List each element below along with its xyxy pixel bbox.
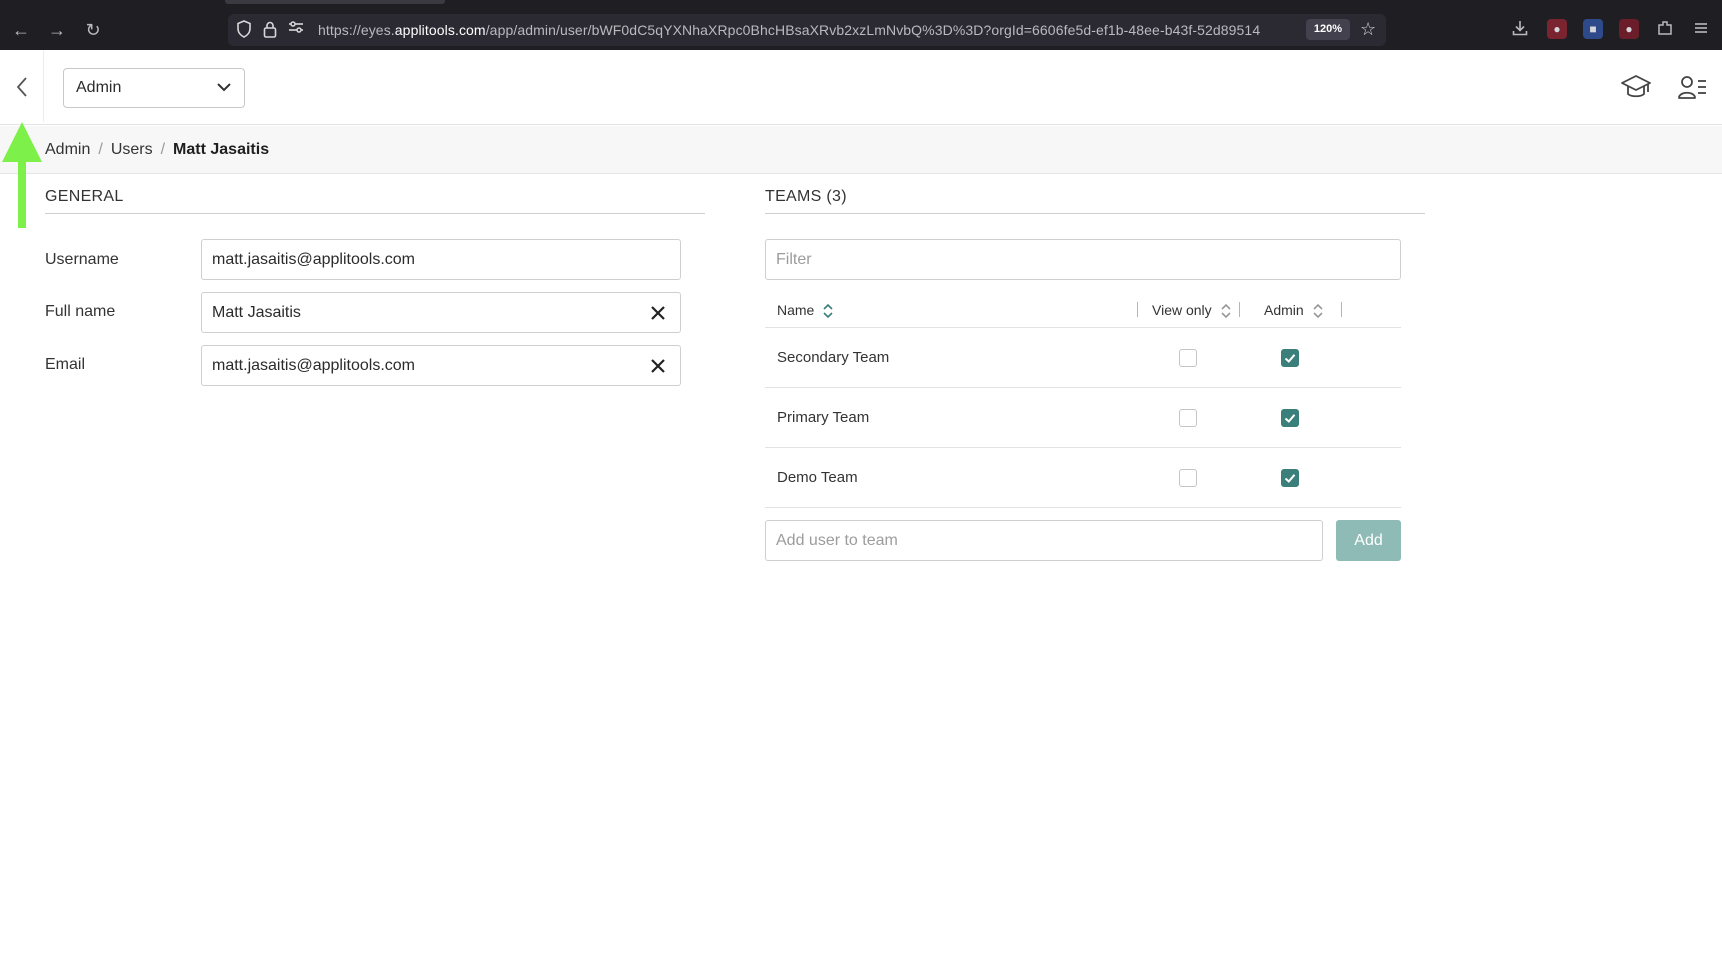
- section-select[interactable]: Admin: [63, 68, 245, 108]
- breadcrumb-current: Matt Jasaitis: [173, 141, 270, 158]
- username-label: Username: [45, 251, 119, 268]
- extension-icon[interactable]: ●: [1619, 19, 1639, 39]
- admin-checkbox[interactable]: [1281, 409, 1299, 427]
- check-icon: [1284, 414, 1296, 423]
- general-section-title: GENERAL: [45, 188, 124, 205]
- section-select-value: Admin: [76, 79, 122, 96]
- breadcrumb-bar: Admin / Users / Matt Jasaitis: [0, 126, 1722, 174]
- annotation-arrow-up-icon: [2, 122, 42, 228]
- zoom-level-badge[interactable]: 120%: [1306, 19, 1350, 40]
- app-header: Admin: [0, 50, 1722, 125]
- extension-icon[interactable]: ■: [1583, 19, 1603, 39]
- star-icon[interactable]: ☆: [1360, 19, 1376, 40]
- column-separator: [1239, 302, 1240, 317]
- general-section-divider: [45, 213, 705, 214]
- chevron-left-icon[interactable]: [8, 70, 36, 104]
- sort-icon: [823, 304, 833, 319]
- column-separator: [1341, 302, 1342, 317]
- permissions-icon[interactable]: [286, 20, 306, 40]
- lock-icon[interactable]: [260, 20, 280, 40]
- reload-icon[interactable]: ↻: [80, 17, 106, 43]
- table-row-divider: [765, 507, 1401, 508]
- check-icon: [1284, 474, 1296, 483]
- graduation-cap-icon[interactable]: [1620, 72, 1652, 104]
- breadcrumb-separator: /: [98, 141, 103, 158]
- column-separator: [1137, 302, 1138, 317]
- team-row-name: Secondary Team: [777, 349, 890, 366]
- browser-toolbar: ← → ↻ https://eyes.applitools.com/app/ad…: [0, 0, 1722, 50]
- forward-arrow-icon[interactable]: →: [44, 17, 70, 43]
- column-header-name-label: Name: [777, 302, 815, 318]
- sort-icon: [1220, 304, 1231, 319]
- check-icon: [1284, 354, 1296, 363]
- breadcrumb-users[interactable]: Users: [111, 141, 153, 158]
- url-prefix: https://eyes.: [318, 22, 395, 38]
- column-header-name[interactable]: Name: [777, 300, 834, 320]
- shield-icon[interactable]: [234, 20, 254, 40]
- column-header-admin[interactable]: Admin: [1264, 300, 1324, 320]
- add-user-to-team-input[interactable]: [765, 520, 1323, 561]
- view-only-checkbox[interactable]: [1179, 349, 1197, 367]
- admin-checkbox[interactable]: [1281, 349, 1299, 367]
- extension-icon[interactable]: ●: [1547, 19, 1567, 39]
- address-bar[interactable]: https://eyes.applitools.com/app/admin/us…: [228, 14, 1386, 46]
- teams-section-title: TEAMS (3): [765, 188, 847, 205]
- extension-icon[interactable]: [1655, 19, 1675, 39]
- active-tab-indicator: [225, 0, 445, 4]
- teams-section-divider: [765, 213, 1425, 214]
- add-user-button[interactable]: Add: [1336, 520, 1401, 561]
- menu-icon[interactable]: [1691, 19, 1711, 39]
- full-name-label: Full name: [45, 303, 116, 320]
- url-path: /app/admin/user/bWF0dC5qYXNhaXRpc0BhcHBs…: [485, 22, 1261, 38]
- view-only-checkbox[interactable]: [1179, 409, 1197, 427]
- close-icon[interactable]: [647, 302, 669, 324]
- full-name-field[interactable]: [201, 292, 681, 333]
- table-row-divider: [765, 447, 1401, 448]
- user-list-icon[interactable]: [1676, 72, 1708, 104]
- column-header-view-only-label: View only: [1152, 302, 1212, 318]
- back-arrow-icon[interactable]: ←: [8, 17, 34, 43]
- url-text[interactable]: https://eyes.applitools.com/app/admin/us…: [318, 20, 1288, 40]
- breadcrumb-separator: /: [160, 141, 166, 158]
- header-divider: [43, 50, 44, 122]
- view-only-checkbox[interactable]: [1179, 469, 1197, 487]
- username-field[interactable]: [201, 239, 681, 280]
- email-field[interactable]: [201, 345, 681, 386]
- team-row-name: Demo Team: [777, 469, 858, 486]
- chevron-down-icon: [217, 83, 231, 92]
- email-label: Email: [45, 356, 86, 373]
- breadcrumb-admin[interactable]: Admin: [45, 141, 90, 158]
- column-header-admin-label: Admin: [1264, 302, 1304, 318]
- teams-filter-input[interactable]: [765, 239, 1401, 280]
- column-header-view-only[interactable]: View only: [1152, 300, 1232, 320]
- close-icon[interactable]: [647, 355, 669, 377]
- download-icon[interactable]: [1510, 19, 1530, 39]
- table-header-divider: [765, 327, 1401, 328]
- sort-icon: [1313, 304, 1323, 319]
- admin-checkbox[interactable]: [1281, 469, 1299, 487]
- breadcrumb: Admin / Users / Matt Jasaitis: [45, 126, 269, 174]
- team-row-name: Primary Team: [777, 409, 870, 426]
- url-host: applitools.com: [394, 22, 486, 38]
- table-row-divider: [765, 387, 1401, 388]
